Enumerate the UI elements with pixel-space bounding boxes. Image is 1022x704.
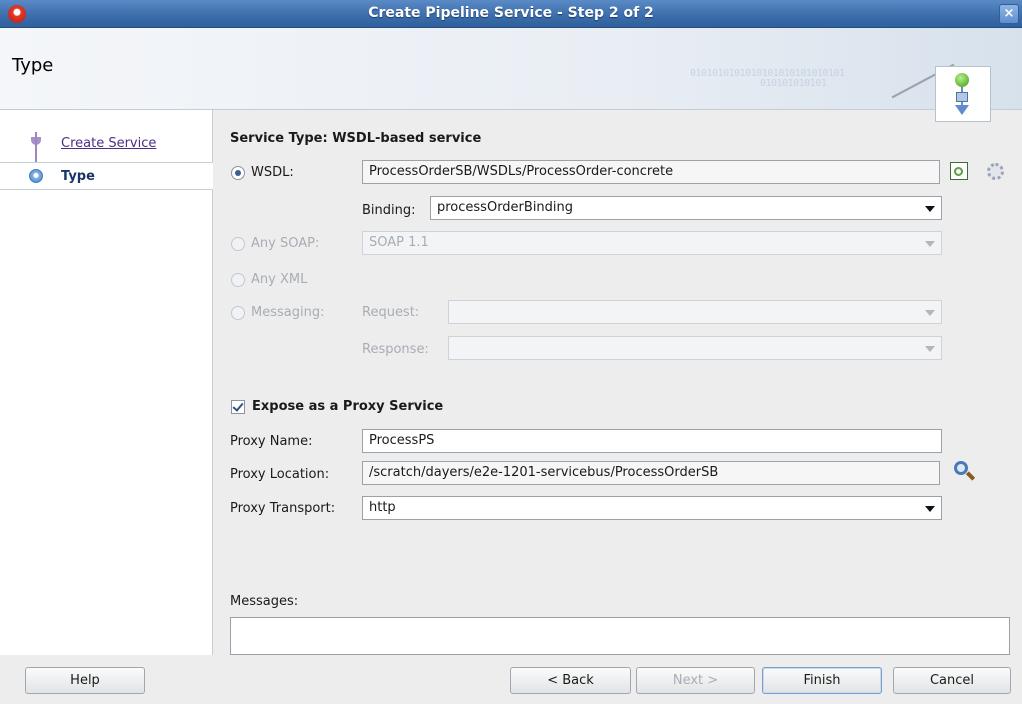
any-soap-value: SOAP 1.1: [369, 235, 429, 250]
wsdl-label: WSDL:: [251, 165, 294, 180]
messaging-radio[interactable]: [231, 306, 245, 320]
wizard-steps-nav: Create Service Type: [0, 110, 213, 655]
binding-label: Binding:: [362, 203, 416, 218]
chevron-down-icon: [925, 506, 935, 512]
step-create-service-link[interactable]: Create Service: [61, 136, 156, 151]
proxy-name-input[interactable]: ProcessPS: [362, 429, 942, 453]
close-button[interactable]: ×: [999, 4, 1019, 24]
step-connector-line: [35, 132, 37, 162]
page-title: Type: [12, 55, 54, 76]
any-soap-label: Any SOAP:: [251, 236, 320, 251]
wsdl-field[interactable]: ProcessOrderSB/WSDLs/ProcessOrder-concre…: [362, 160, 940, 184]
back-button[interactable]: < Back: [510, 667, 631, 694]
step-type-label: Type: [61, 169, 95, 184]
proxy-transport-label: Proxy Transport:: [230, 501, 336, 516]
next-button[interactable]: Next >: [636, 667, 755, 694]
step-current-icon: [29, 169, 43, 183]
chevron-down-icon: [925, 206, 935, 212]
proxy-name-label: Proxy Name:: [230, 434, 313, 449]
chevron-down-icon: [925, 346, 935, 352]
section-title: Service Type: WSDL-based service: [230, 131, 482, 146]
any-soap-select[interactable]: SOAP 1.1: [362, 231, 942, 255]
header-decoration-text-2: 010101010101: [760, 78, 827, 89]
request-select[interactable]: [448, 300, 942, 324]
messages-box[interactable]: [230, 617, 1010, 655]
main-form: Service Type: WSDL-based service WSDL: P…: [214, 110, 1022, 655]
messaging-label: Messaging:: [251, 305, 325, 320]
any-soap-radio[interactable]: [231, 237, 245, 251]
binding-select[interactable]: processOrderBinding: [430, 196, 942, 220]
cancel-button[interactable]: Cancel: [893, 667, 1011, 694]
response-label: Response:: [362, 342, 429, 357]
proxy-transport-value: http: [369, 500, 396, 515]
finish-button[interactable]: Finish: [762, 667, 882, 694]
response-select[interactable]: [448, 336, 942, 360]
proxy-transport-select[interactable]: http: [362, 496, 942, 520]
request-label: Request:: [362, 305, 420, 320]
title-bar: Create Pipeline Service - Step 2 of 2 ×: [0, 0, 1022, 28]
chevron-down-icon: [925, 310, 935, 316]
wsdl-radio[interactable]: [231, 166, 245, 180]
window-title: Create Pipeline Service - Step 2 of 2: [368, 5, 654, 21]
any-xml-label: Any XML: [251, 272, 308, 287]
chevron-down-icon: [925, 241, 935, 247]
binding-value: processOrderBinding: [437, 200, 574, 215]
expose-proxy-checkbox[interactable]: [231, 400, 245, 414]
proxy-location-field[interactable]: /scratch/dayers/e2e-1201-servicebus/Proc…: [362, 461, 940, 485]
expose-proxy-label: Expose as a Proxy Service: [252, 399, 444, 414]
proxy-location-label: Proxy Location:: [230, 467, 330, 482]
help-button[interactable]: Help: [25, 667, 145, 694]
wsdl-browse-icon[interactable]: [950, 162, 968, 180]
search-icon[interactable]: [954, 461, 968, 475]
wizard-header: Type 0101010101010101010101010101 010101…: [0, 28, 1022, 122]
step-create-service[interactable]: Create Service: [0, 132, 213, 160]
any-xml-radio[interactable]: [231, 273, 245, 287]
messages-label: Messages:: [230, 594, 299, 609]
step-type[interactable]: Type: [0, 162, 213, 190]
gear-icon[interactable]: [987, 163, 1004, 180]
